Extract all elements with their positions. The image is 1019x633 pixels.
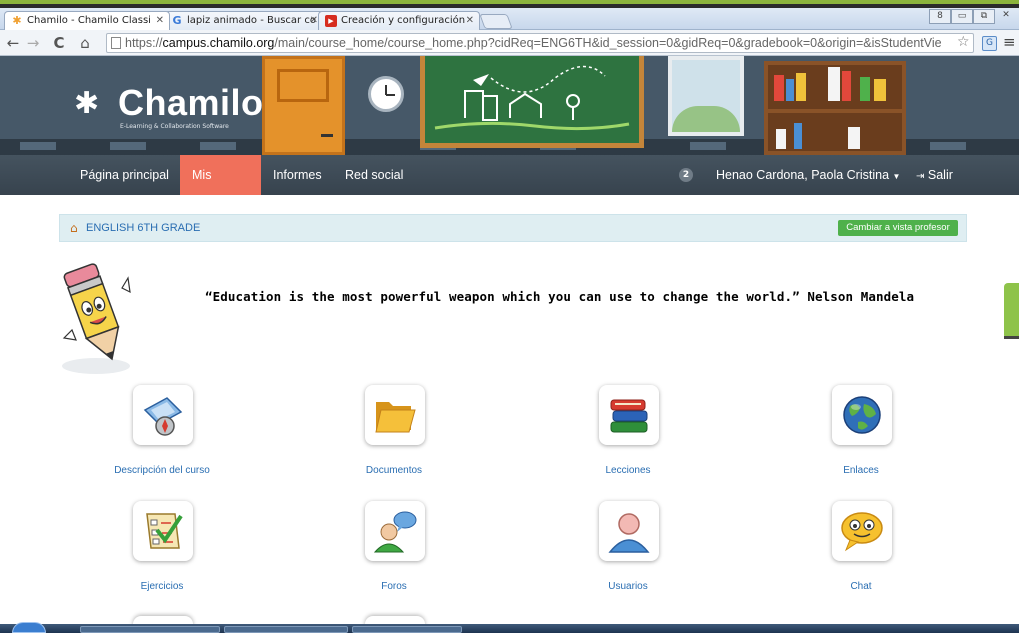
logout-label: Salir xyxy=(927,168,953,182)
course-breadcrumb: ⌂ ENGLISH 6TH GRADE xyxy=(59,214,967,242)
nav-my-courses[interactable]: Mis cursos xyxy=(180,155,261,222)
window-close-icon[interactable]: ✕ xyxy=(995,9,1017,24)
tool-label[interactable]: Usuarios xyxy=(558,581,698,592)
folder-icon[interactable] xyxy=(365,385,425,445)
compass-icon[interactable] xyxy=(133,385,193,445)
bookmark-star-icon[interactable]: ☆ xyxy=(957,34,970,50)
menu-icon[interactable]: ≡ xyxy=(1003,33,1016,51)
url-domain: campus.chamilo.org xyxy=(162,36,275,50)
tool-label[interactable]: Ejercicios xyxy=(92,581,232,592)
logout-link[interactable]: ⇥ Salir xyxy=(916,155,953,195)
reload-icon[interactable]: C xyxy=(50,34,68,52)
url-path: /main/course_home/course_home.php?cidReq… xyxy=(274,36,942,50)
door-illustration xyxy=(262,56,345,155)
course-title-link[interactable]: ENGLISH 6TH GRADE xyxy=(86,215,200,241)
switch-teacher-view-button[interactable]: Cambiar a vista profesor xyxy=(838,220,958,236)
user-icon[interactable] xyxy=(599,501,659,561)
page-icon xyxy=(111,37,121,49)
tab-label: lapiz animado - Buscar co xyxy=(187,15,316,26)
close-icon[interactable]: ✕ xyxy=(310,12,318,29)
chat-icon[interactable] xyxy=(832,501,892,561)
tool-label[interactable]: Chat xyxy=(791,581,931,592)
tool-label[interactable]: Descripción del curso xyxy=(92,465,232,476)
user-name: Henao Cardona, Paola Cristina xyxy=(716,168,890,182)
window-illustration xyxy=(668,56,744,136)
side-tab[interactable] xyxy=(1004,283,1019,339)
chamilo-logo-icon: ✱ xyxy=(74,86,100,121)
start-button[interactable] xyxy=(12,622,46,633)
notification-badge[interactable]: 2 xyxy=(679,168,693,182)
side-tab-divider xyxy=(1004,336,1019,339)
taskbar-item[interactable] xyxy=(224,626,348,633)
tool-label[interactable]: Enlaces xyxy=(791,465,931,476)
maximize-icon[interactable]: ⧉ xyxy=(973,9,995,24)
url-bar[interactable]: https://campus.chamilo.org/main/course_h… xyxy=(106,33,974,53)
new-tab-button[interactable] xyxy=(479,14,513,29)
browser-tab-chamilo[interactable]: ✱ Chamilo - Chamilo Classi ✕ xyxy=(4,11,170,30)
logo-name: Chamilo xyxy=(118,82,264,123)
tool-label[interactable]: Foros xyxy=(324,581,464,592)
browser-tab-youtube[interactable]: ▶ Creación y configuración ✕ xyxy=(318,11,480,30)
caret-down-icon: ▼ xyxy=(892,172,901,181)
chalkboard-illustration xyxy=(420,56,644,148)
browser-tab-google[interactable]: G lapiz animado - Buscar co ✕ xyxy=(164,11,324,30)
taskbar-item[interactable] xyxy=(80,626,220,633)
address-toolbar: ← → C ⌂ https://campus.chamilo.org/main/… xyxy=(0,30,1019,56)
google-icon: G xyxy=(172,14,182,27)
back-icon[interactable]: ← xyxy=(4,34,22,52)
quote-text: “Education is the most powerful weapon w… xyxy=(205,289,915,304)
header-banner: ✱ Chamilo E-Learning & Collaboration Sof… xyxy=(0,56,1019,155)
logo-tagline: E-Learning & Collaboration Software xyxy=(120,123,229,130)
window-frame xyxy=(0,0,1019,8)
globe-icon[interactable] xyxy=(832,385,892,445)
tab-label: Creación y configuración xyxy=(341,15,466,26)
nav-home[interactable]: Página principal xyxy=(68,155,181,195)
home-icon: ⌂ xyxy=(70,221,78,235)
forward-icon[interactable]: → xyxy=(24,34,42,52)
main-navbar: Página principal Mis cursos Informes Red… xyxy=(0,155,1019,222)
browser-tab-bar: ✱ Chamilo - Chamilo Classi ✕ G lapiz ani… xyxy=(0,8,1019,30)
chamilo-icon: ✱ xyxy=(12,14,22,27)
nav-social-network[interactable]: Red social xyxy=(333,155,415,195)
clock-illustration xyxy=(368,76,404,112)
checklist-icon[interactable] xyxy=(133,501,193,561)
nav-reports[interactable]: Informes xyxy=(261,155,334,195)
pencil-mascot-image xyxy=(62,263,131,374)
books-icon[interactable] xyxy=(599,385,659,445)
close-icon[interactable]: ✕ xyxy=(156,12,164,29)
minimize-icon[interactable]: ▭ xyxy=(951,9,973,24)
user-menu[interactable]: Henao Cardona, Paola Cristina ▼ xyxy=(716,155,900,195)
tab-label: Chamilo - Chamilo Classi xyxy=(27,15,151,26)
bookshelf-illustration xyxy=(764,61,906,155)
tool-label[interactable]: Lecciones xyxy=(558,465,698,476)
url-prefix: https:// xyxy=(125,36,163,50)
youtube-icon: ▶ xyxy=(325,15,337,27)
tool-label[interactable]: Documentos xyxy=(324,465,464,476)
close-icon[interactable]: ✕ xyxy=(466,12,474,29)
profile-icon[interactable]: 8 xyxy=(929,9,951,24)
home-icon[interactable]: ⌂ xyxy=(76,34,94,52)
extension-icon[interactable]: G xyxy=(982,36,997,51)
logout-icon: ⇥ xyxy=(916,171,925,182)
taskbar-item[interactable] xyxy=(352,626,462,633)
forum-icon[interactable] xyxy=(365,501,425,561)
